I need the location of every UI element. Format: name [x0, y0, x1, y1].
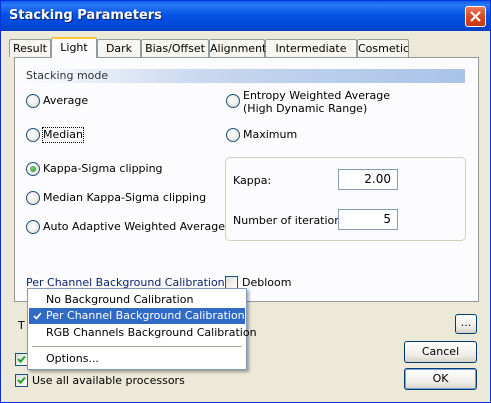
radio-circle: [26, 162, 40, 176]
radio-label: Maximum: [243, 128, 298, 141]
tab-alignment[interactable]: Alignment: [209, 39, 266, 57]
checkmark-icon: [17, 376, 26, 384]
radio-circle: [26, 128, 40, 142]
ok-button[interactable]: OK: [404, 368, 477, 390]
radio-kappa-sigma[interactable]: Kappa-Sigma clipping: [26, 162, 176, 178]
close-icon: [470, 11, 481, 22]
radio-circle: [26, 94, 40, 108]
radio-label-line2: (High Dynamic Range): [243, 102, 368, 115]
radio-entropy-weighted[interactable]: Entropy Weighted Average (High Dynamic R…: [226, 89, 406, 115]
iterations-label: Number of iterations:: [233, 214, 351, 227]
radio-median[interactable]: Median: [26, 127, 86, 144]
title-bar[interactable]: Stacking Parameters: [1, 1, 490, 31]
kappa-label: Kappa:: [233, 174, 272, 187]
tab-intermediate-files[interactable]: Intermediate Files: [265, 39, 357, 72]
radio-circle: [226, 128, 240, 142]
stacking-mode-header: Stacking mode: [24, 69, 465, 83]
browse-button[interactable]: ...: [455, 314, 477, 334]
tab-bias-offset[interactable]: Bias/Offset: [141, 39, 209, 57]
radio-label: Median: [41, 127, 85, 143]
close-button[interactable]: [465, 6, 486, 27]
tab-dark[interactable]: Dark: [97, 39, 141, 57]
radio-circle: [226, 94, 240, 108]
tab-result[interactable]: Result: [9, 39, 51, 57]
tab-cosmetic[interactable]: Cosmetic: [357, 39, 409, 57]
menu-item-label: Per Channel Background Calibration: [46, 309, 245, 322]
radio-selected-dot: [30, 166, 36, 172]
partially-hidden-label: T: [18, 319, 25, 332]
tab-light[interactable]: Light: [51, 37, 97, 58]
background-calibration-menu: No Background Calibration Per Channel Ba…: [27, 288, 257, 370]
menu-item-rgb-channels-calibration[interactable]: RGB Channels Background Calibration: [29, 325, 257, 341]
menu-item-per-channel-calibration[interactable]: Per Channel Background Calibration: [29, 308, 245, 324]
radio-label: Average: [43, 94, 89, 107]
checkbox-label: Use all available processors: [32, 374, 185, 387]
menu-item-no-background-calibration[interactable]: No Background Calibration: [29, 292, 245, 308]
radio-label: Entropy Weighted Average: [243, 89, 390, 102]
use-all-processors-checkbox[interactable]: Use all available processors: [15, 374, 185, 388]
radio-median-kappa-sigma[interactable]: Median Kappa-Sigma clipping: [26, 191, 206, 207]
kappa-input[interactable]: 2.00: [338, 169, 398, 190]
radio-maximum[interactable]: Maximum: [226, 128, 316, 144]
checkmark-icon: [17, 355, 26, 363]
cancel-button[interactable]: Cancel: [404, 341, 477, 363]
radio-label: Median Kappa-Sigma clipping: [43, 191, 207, 204]
checkbox-box: [15, 374, 28, 387]
stacking-parameters-dialog: Stacking Parameters Result Light Dark Bi…: [0, 0, 491, 403]
radio-circle: [26, 220, 40, 234]
menu-item-options[interactable]: Options...: [29, 351, 245, 367]
menu-separator: [32, 346, 242, 347]
radio-circle: [26, 191, 40, 205]
menu-item-label: Options...: [46, 352, 99, 365]
radio-label: Kappa-Sigma clipping: [43, 162, 163, 175]
checkbox-label: Debloom: [242, 276, 292, 289]
window-title: Stacking Parameters: [9, 8, 162, 23]
iterations-input[interactable]: 5: [338, 209, 398, 230]
radio-auto-adaptive[interactable]: Auto Adaptive Weighted Average: [26, 220, 225, 236]
radio-average[interactable]: Average: [26, 94, 146, 110]
menu-item-label: RGB Channels Background Calibration: [46, 326, 257, 339]
menu-item-label: No Background Calibration: [46, 293, 194, 306]
radio-label: Auto Adaptive Weighted Average: [43, 220, 225, 233]
